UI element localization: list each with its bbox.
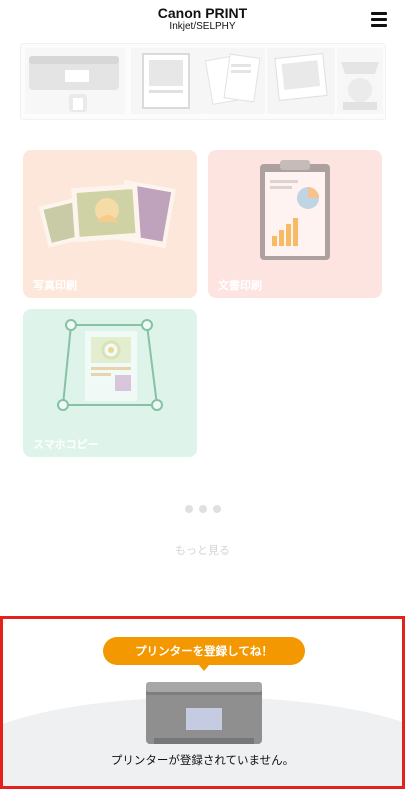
- page-indicator: [0, 498, 405, 517]
- photo-print-label: 写真印刷: [33, 279, 77, 292]
- printer-not-registered-message: プリンターが登録されていません。: [110, 753, 295, 767]
- page-dot: [184, 505, 193, 513]
- app-header: Canon PRINT Inkjet/SELPHY: [0, 0, 405, 40]
- scan-document-icon: [57, 319, 163, 411]
- photo-stack-icon: [38, 179, 176, 249]
- clipboard-document-icon: [260, 160, 330, 260]
- documents-panel: [201, 48, 265, 114]
- page-dot: [212, 505, 221, 513]
- bubble-tail: [198, 664, 210, 671]
- register-printer-bubble[interactable]: プリンターを登録してね！: [103, 637, 305, 665]
- promo-banner[interactable]: [20, 43, 386, 120]
- app-title: Canon PRINT: [157, 5, 248, 21]
- printer-registration-panel[interactable]: プリンターを登録してね！ プリンターが登録されていません。: [0, 616, 405, 789]
- smartphone-copy-tile[interactable]: スマホコピー: [23, 309, 197, 457]
- photo-print-panel: [267, 48, 335, 114]
- see-more-link[interactable]: もっと見る: [0, 542, 405, 558]
- document-print-label: 文書印刷: [218, 279, 262, 292]
- document-print-tile[interactable]: 文書印刷: [208, 150, 382, 298]
- printer-panel: [25, 48, 125, 114]
- app-subtitle: Inkjet/SELPHY: [169, 21, 236, 32]
- hamburger-menu-icon[interactable]: [371, 12, 387, 27]
- photo-print-tile[interactable]: 写真印刷: [23, 150, 197, 298]
- printer-icon: [146, 682, 262, 744]
- photo-frame-panel: [131, 48, 201, 114]
- smartphone-copy-label: スマホコピー: [33, 438, 99, 451]
- banner-card-panel: [337, 48, 383, 114]
- page-dot: [198, 505, 207, 513]
